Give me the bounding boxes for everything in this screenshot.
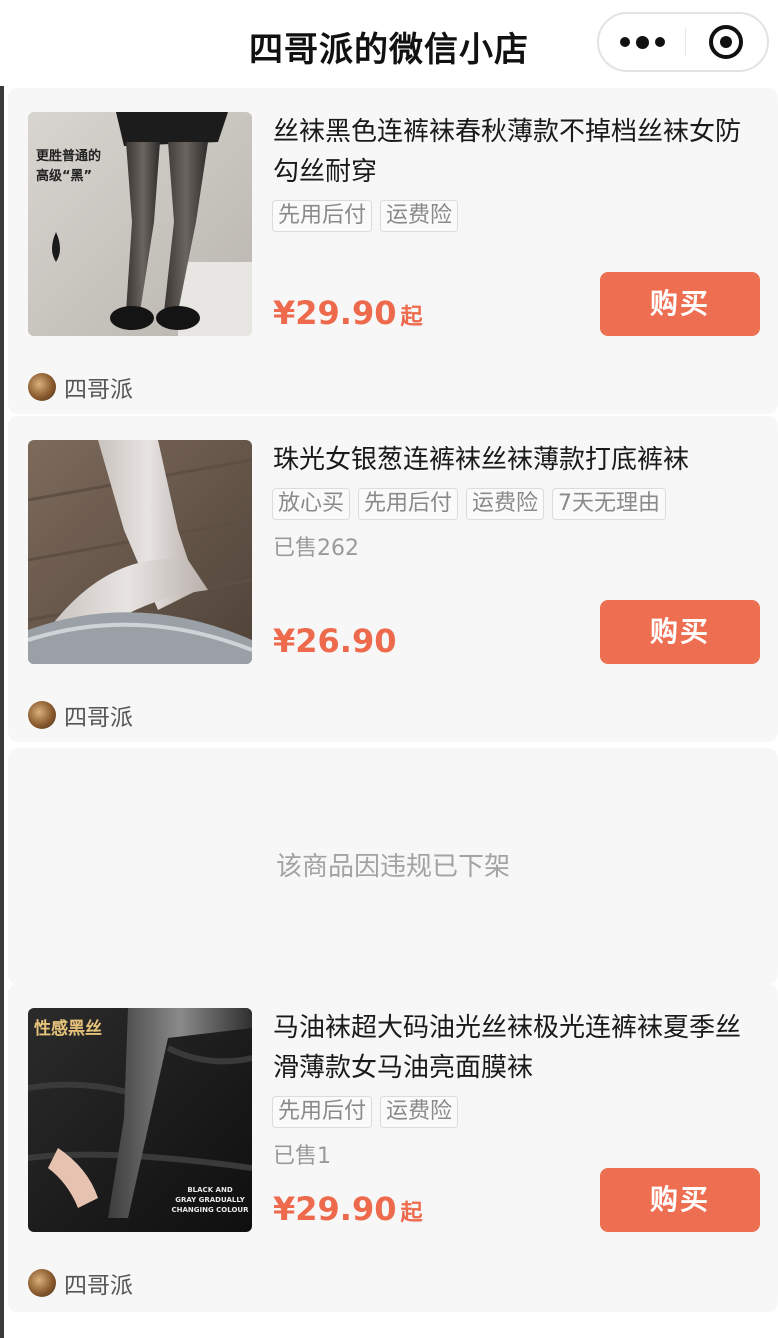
- shop-link[interactable]: 四哥派: [28, 370, 133, 404]
- product-card[interactable]: 性感黑丝 BLACK AND GRAY GRADUALLY CHANGING C…: [8, 984, 778, 1312]
- removed-product-card: 该商品因违规已下架: [8, 748, 778, 984]
- price-suffix: 起: [400, 305, 423, 330]
- service-tag: 放心买: [272, 488, 351, 520]
- product-title[interactable]: 丝袜黑色连裤袜春秋薄款不掉档丝袜女防勾丝耐穿: [273, 112, 763, 192]
- service-tag: 运费险: [466, 488, 545, 520]
- image-caption: BLACK AND: [187, 1186, 232, 1194]
- product-image[interactable]: 更胜普通的 高级“黑”: [28, 112, 252, 336]
- price-suffix: 起: [400, 1201, 423, 1226]
- product-price: ¥29.90 起: [273, 1190, 423, 1228]
- product-price: ¥29.90 起: [273, 294, 423, 332]
- product-title[interactable]: 马油袜超大码油光丝袜极光连裤袜夏季丝滑薄款女马油亮面膜袜: [273, 1008, 763, 1088]
- service-tag: 运费险: [380, 200, 459, 232]
- price-value: ¥29.90: [273, 294, 397, 332]
- image-caption: GRAY GRADUALLY: [175, 1196, 245, 1204]
- service-tag: 运费险: [380, 1096, 459, 1128]
- sold-count: 已售1: [273, 1144, 331, 1169]
- shop-name: 四哥派: [64, 705, 133, 731]
- shop-avatar: [28, 701, 56, 729]
- image-caption: 高级“黑”: [36, 168, 92, 184]
- product-card[interactable]: 更胜普通的 高级“黑” 丝袜黑色连裤袜春秋薄款不掉档丝袜女防勾丝耐穿 先用后付 …: [8, 88, 778, 414]
- top-bar: 四哥派的微信小店: [0, 0, 778, 86]
- target-close-icon[interactable]: [709, 25, 743, 59]
- price-value: ¥29.90: [273, 1190, 397, 1228]
- service-tag: 先用后付: [272, 200, 373, 232]
- shop-avatar: [28, 1269, 56, 1297]
- shop-link[interactable]: 四哥派: [28, 698, 133, 732]
- service-tags: 放心买 先用后付 运费险 7天无理由: [272, 488, 667, 520]
- buy-button[interactable]: 购买: [600, 272, 760, 336]
- image-caption: 更胜普通的: [36, 148, 101, 164]
- product-card[interactable]: 珠光女银葱连裤袜丝袜薄款打底裤袜 放心买 先用后付 运费险 7天无理由 已售26…: [8, 416, 778, 742]
- capsule-divider: [685, 28, 686, 56]
- service-tag: 7天无理由: [552, 488, 667, 520]
- product-price: ¥26.90: [273, 622, 396, 660]
- product-title[interactable]: 珠光女银葱连裤袜丝袜薄款打底裤袜: [273, 440, 763, 480]
- service-tag: 先用后付: [272, 1096, 373, 1128]
- sold-count: 已售262: [273, 536, 359, 561]
- service-tag: 先用后付: [358, 488, 459, 520]
- shop-avatar: [28, 373, 56, 401]
- shop-name: 四哥派: [64, 377, 133, 403]
- product-image[interactable]: [28, 440, 252, 664]
- shop-link[interactable]: 四哥派: [28, 1266, 133, 1300]
- image-caption: 性感黑丝: [34, 1018, 102, 1039]
- window-edge: [0, 0, 4, 1338]
- service-tags: 先用后付 运费险: [272, 1096, 459, 1128]
- image-caption: CHANGING COLOUR: [172, 1206, 250, 1214]
- service-tags: 先用后付 运费险: [272, 200, 459, 232]
- shop-name: 四哥派: [64, 1273, 133, 1299]
- price-value: ¥26.90: [273, 622, 397, 660]
- more-dots-icon[interactable]: [599, 14, 685, 70]
- buy-button[interactable]: 购买: [600, 1168, 760, 1232]
- removed-notice: 该商品因违规已下架: [275, 852, 510, 882]
- buy-button[interactable]: 购买: [600, 600, 760, 664]
- mini-program-capsule: [597, 12, 769, 72]
- product-image[interactable]: 性感黑丝 BLACK AND GRAY GRADUALLY CHANGING C…: [28, 1008, 252, 1232]
